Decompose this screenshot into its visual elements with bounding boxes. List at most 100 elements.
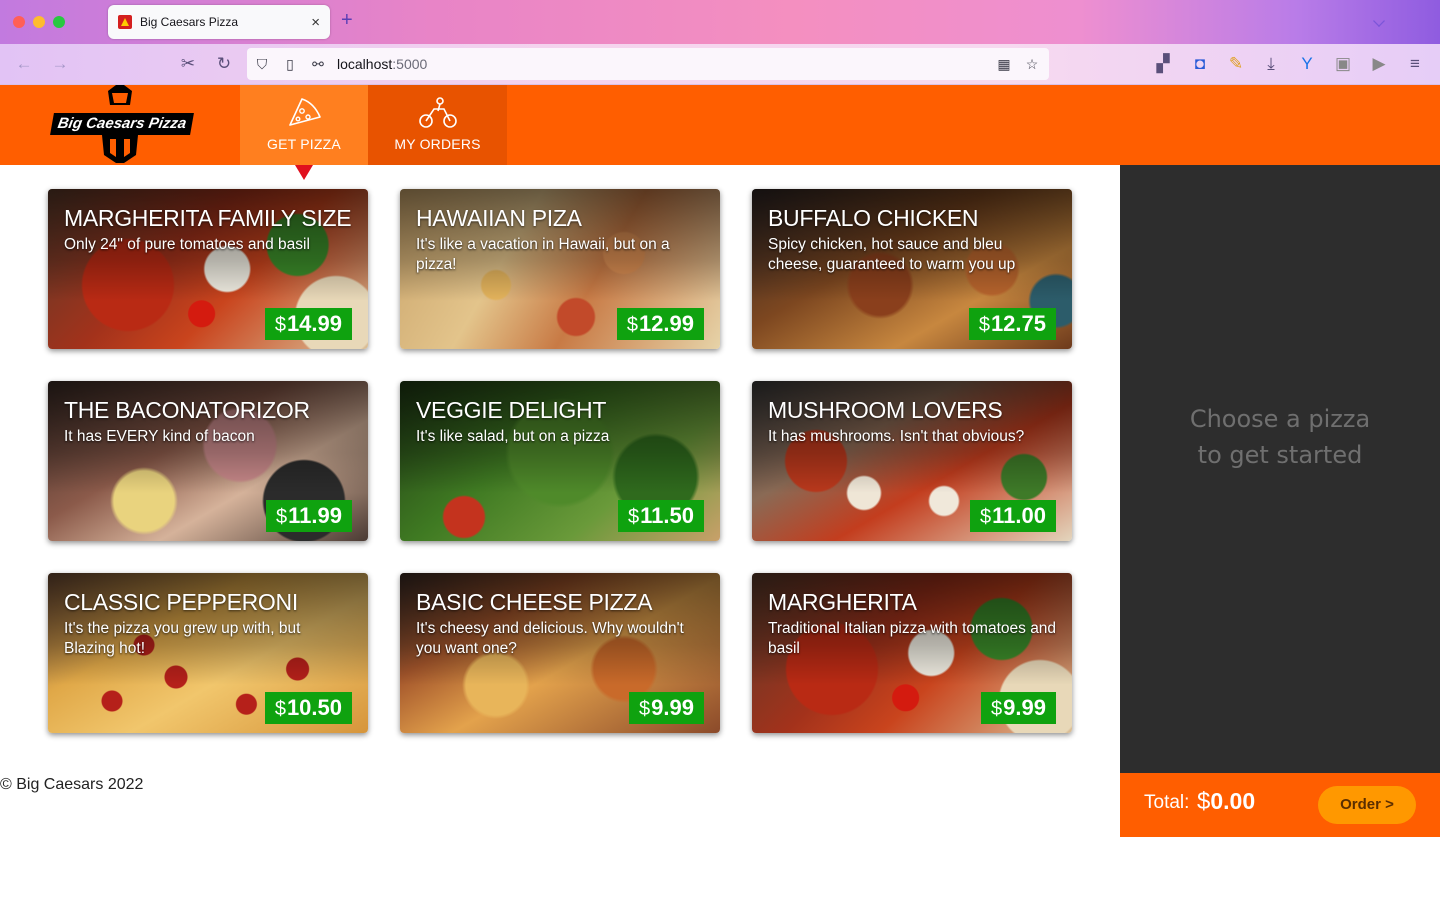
pizza-card[interactable]: CLASSIC PEPPERONI It's the pizza you gre… — [48, 573, 368, 733]
pizza-name: MARGHERITA FAMILY SIZE — [64, 205, 352, 231]
new-tab-button[interactable]: + — [341, 10, 353, 30]
qr-code-icon[interactable]: ▦ — [995, 55, 1013, 73]
price-value: 9.99 — [1003, 695, 1046, 720]
connection-settings-icon[interactable]: ⚯ — [309, 55, 327, 73]
pizza-name: HAWAIIAN PIZA — [416, 205, 582, 231]
price-currency: $ — [639, 698, 651, 720]
price-value: 12.99 — [638, 311, 694, 336]
tab-get-pizza-label: GET PIZZA — [267, 136, 341, 152]
window-close-button[interactable] — [13, 16, 25, 28]
pizza-card[interactable]: MUSHROOM LOVERS It has mushrooms. Isn't … — [752, 381, 1072, 541]
pizza-card[interactable]: BASIC CHEESE PIZZA It's cheesy and delic… — [400, 573, 720, 733]
pizza-description: Traditional Italian pizza with tomatoes … — [768, 620, 1057, 657]
pizza-description: It's like salad, but on a pizza — [416, 428, 610, 445]
url-host: localhost — [337, 56, 393, 72]
browser-nav-bar: ← → ✂ ↻ ⛉ ▯ ⚯ localhost:5000 ▦ ☆ ▞ ◘ ✎ ⤓… — [0, 44, 1440, 85]
pizza-description: It's cheesy and delicious. Why wouldn't … — [416, 620, 684, 657]
price-tag: $11.50 — [618, 500, 704, 532]
tab-get-pizza[interactable]: GET PIZZA — [240, 85, 368, 165]
pizza-card[interactable]: MARGHERITA Traditional Italian pizza wit… — [752, 573, 1072, 733]
tab-my-orders[interactable]: MY ORDERS — [368, 85, 507, 165]
price-tag: $12.99 — [616, 308, 704, 340]
pizza-card[interactable]: THE BACONATORIZOR It has EVERY kind of b… — [48, 381, 368, 541]
pizza-card[interactable]: MARGHERITA FAMILY SIZE Only 24" of pure … — [48, 189, 368, 349]
pizza-name: CLASSIC PEPPERONI — [64, 589, 298, 615]
price-value: 11.00 — [992, 503, 1046, 528]
order-button[interactable]: Order > — [1318, 786, 1416, 824]
window-zoom-button[interactable] — [53, 16, 65, 28]
copyright: © Big Caesars 2022 — [0, 776, 144, 793]
pizza-description: It has EVERY kind of bacon — [64, 428, 255, 445]
price-tag: $10.50 — [264, 692, 352, 724]
price-currency: $ — [276, 506, 288, 528]
bitwarden-shield-icon[interactable]: ◘ — [1189, 54, 1211, 74]
price-value: 9.99 — [651, 695, 694, 720]
customize-toolbar-icon[interactable]: ✂ — [177, 54, 199, 74]
total-currency: $ — [1197, 788, 1211, 815]
back-arrow-icon[interactable]: ← — [13, 54, 35, 74]
price-value: 11.50 — [640, 503, 694, 528]
tab-list-chevron-icon[interactable] — [1373, 15, 1385, 27]
price-tag: $12.75 — [968, 308, 1056, 340]
tab-title: Big Caesars Pizza — [140, 15, 239, 29]
order-empty-line-1: Choose a pizza — [1189, 405, 1371, 433]
order-footer: Total: $0.00 Order > — [1120, 773, 1440, 837]
price-currency: $ — [991, 698, 1003, 720]
pizza-card[interactable]: VEGGIE DELIGHT It's like salad, but on a… — [400, 381, 720, 541]
pizza-description: Spicy chicken, hot sauce and bleu cheese… — [768, 236, 1016, 273]
price-tag: $9.99 — [629, 692, 704, 724]
active-tab-indicator — [295, 165, 313, 180]
forward-arrow-icon[interactable]: → — [49, 54, 71, 74]
order-empty-message: Choose a pizza to get started — [1120, 401, 1440, 473]
pizza-favicon-icon — [118, 15, 132, 29]
pizza-description: It's like a vacation in Hawaii, but on a… — [416, 236, 670, 273]
price-value: 10.50 — [286, 695, 342, 720]
price-currency: $ — [626, 314, 638, 336]
price-currency: $ — [628, 506, 640, 528]
tab-close-icon[interactable]: × — [311, 15, 320, 30]
pizza-name: BUFFALO CHICKEN — [768, 205, 979, 231]
total-label: Total: — [1144, 792, 1190, 813]
price-tag: $11.00 — [970, 500, 1056, 532]
shield-icon[interactable]: ⛉ — [253, 55, 271, 73]
page-icon[interactable]: ▯ — [281, 55, 299, 73]
pizza-card[interactable]: BUFFALO CHICKEN Spicy chicken, hot sauce… — [752, 189, 1072, 349]
hamburger-menu-icon[interactable]: ≡ — [1404, 54, 1426, 74]
order-empty-line-2: to get started — [1197, 441, 1363, 469]
pizza-name: MARGHERITA — [768, 589, 917, 615]
url-text[interactable]: localhost:5000 — [337, 56, 427, 72]
logo[interactable]: Big Caesars Pizza — [44, 85, 194, 165]
bookmark-star-icon[interactable]: ☆ — [1023, 55, 1041, 73]
url-port: :5000 — [392, 56, 428, 72]
pizza-name: THE BACONATORIZOR — [64, 397, 310, 423]
pizza-name: MUSHROOM LOVERS — [768, 397, 1003, 423]
total-amount: 0.00 — [1210, 788, 1256, 814]
reload-icon[interactable]: ↻ — [213, 54, 235, 74]
pizza-name: VEGGIE DELIGHT — [416, 397, 607, 423]
extensions-grid-icon[interactable]: ▞ — [1152, 54, 1174, 74]
window-minimize-button[interactable] — [33, 16, 45, 28]
tab-my-orders-label: MY ORDERS — [394, 136, 481, 152]
price-tag: $11.99 — [266, 500, 352, 532]
extension-y-icon[interactable]: Y — [1296, 54, 1318, 74]
price-tag: $9.99 — [981, 692, 1056, 724]
browser-tab-active[interactable]: Big Caesars Pizza × — [108, 5, 330, 39]
price-currency: $ — [978, 314, 990, 336]
extension-play-icon[interactable]: ▶ — [1368, 54, 1390, 74]
extension-pepper-icon[interactable]: ✎ — [1225, 54, 1247, 74]
pizza-card[interactable]: HAWAIIAN PIZA It's like a vacation in Ha… — [400, 189, 720, 349]
price-value: 12.75 — [990, 311, 1046, 336]
address-bar[interactable]: ⛉ ▯ ⚯ localhost:5000 ▦ ☆ — [247, 48, 1049, 80]
price-value: 11.99 — [288, 503, 342, 528]
extension-box-icon[interactable]: ▣ — [1332, 54, 1354, 74]
pizza-description: It has mushrooms. Isn't that obvious? — [768, 428, 1025, 445]
pizza-description: Only 24" of pure tomatoes and basil — [64, 236, 310, 253]
browser-tab-bar: Big Caesars Pizza × + — [0, 0, 1440, 44]
order-panel: Choose a pizza to get started — [1120, 165, 1440, 773]
logo-text: Big Caesars Pizza — [50, 113, 194, 135]
pizza-description: It's the pizza you grew up with, but Bla… — [64, 620, 301, 657]
pizza-name: BASIC CHEESE PIZZA — [416, 589, 653, 615]
pizza-slice-icon — [289, 98, 321, 126]
price-tag: $14.99 — [264, 308, 352, 340]
downloads-icon[interactable]: ⤓ — [1260, 54, 1282, 74]
